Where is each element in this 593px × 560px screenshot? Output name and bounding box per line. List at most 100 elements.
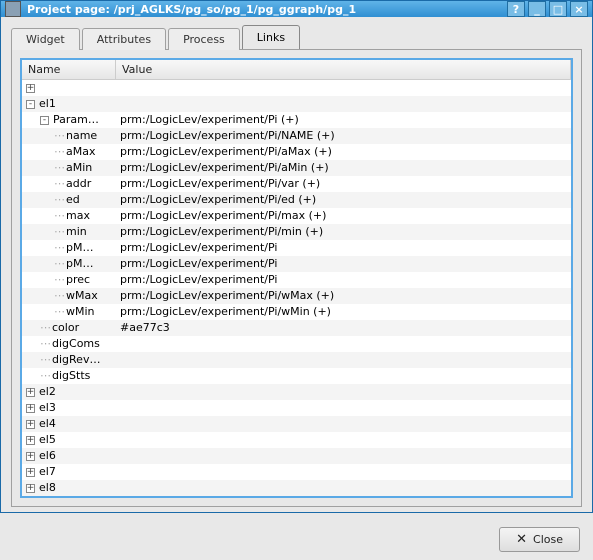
tree-item-value: prm:/LogicLev/experiment/Pi/min (+): [116, 224, 571, 240]
window-title: Project page: /prj_AGLKS/pg_so/pg_1/pg_g…: [27, 3, 504, 16]
tree-name-cell: ⋯ed: [22, 192, 116, 208]
tree-row[interactable]: +el3: [22, 400, 571, 416]
tab-attributes[interactable]: Attributes: [82, 28, 166, 50]
tree-item-value: prm:/LogicLev/experiment/Pi/aMax (+): [116, 144, 571, 160]
tree-name-cell: -Param…: [22, 112, 116, 128]
tab-bar: Widget Attributes Process Links: [11, 25, 582, 49]
tree-item-value: prm:/LogicLev/experiment/Pi/wMin (+): [116, 304, 571, 320]
titlebar[interactable]: Project page: /prj_AGLKS/pg_so/pg_1/pg_g…: [1, 1, 592, 17]
tree-name-cell: +el3: [22, 400, 116, 416]
tab-process[interactable]: Process: [168, 28, 240, 50]
tree-item-label: el6: [39, 448, 56, 464]
tree-row[interactable]: +: [22, 80, 571, 96]
tree-name-cell: ⋯color: [22, 320, 116, 336]
leaf-icon: ⋯: [40, 336, 50, 352]
dialog-footer: ✕ Close: [1, 517, 592, 560]
expand-icon[interactable]: +: [26, 468, 35, 477]
minimize-button[interactable]: _: [528, 1, 546, 17]
tree-row[interactable]: ⋯precprm:/LogicLev/experiment/Pi: [22, 272, 571, 288]
expand-icon[interactable]: +: [26, 404, 35, 413]
tree-row[interactable]: -el1: [22, 96, 571, 112]
help-button[interactable]: ?: [507, 1, 525, 17]
leaf-icon: ⋯: [54, 256, 64, 272]
close-window-button[interactable]: ×: [570, 1, 588, 17]
tree-item-label: addr: [66, 176, 91, 192]
leaf-icon: ⋯: [54, 288, 64, 304]
leaf-icon: ⋯: [40, 320, 50, 336]
tree-row[interactable]: ⋯digComs: [22, 336, 571, 352]
column-header-value[interactable]: Value: [116, 60, 571, 79]
tree-item-value: prm:/LogicLev/experiment/Pi/max (+): [116, 208, 571, 224]
tree-row[interactable]: + el7: [22, 464, 571, 480]
tree-name-cell: ⋯wMax: [22, 288, 116, 304]
tree-name-cell: ⋯digRev…: [22, 352, 116, 368]
tree-item-label: wMax: [66, 288, 98, 304]
tree-row[interactable]: ⋯pM…prm:/LogicLev/experiment/Pi: [22, 256, 571, 272]
tree-item-value: prm:/LogicLev/experiment/Pi: [116, 240, 571, 256]
tree-item-label: el7: [39, 464, 56, 480]
tree-row[interactable]: + el4: [22, 416, 571, 432]
close-icon: ✕: [516, 532, 527, 547]
maximize-button[interactable]: □: [549, 1, 567, 17]
tree-row[interactable]: ⋯digStts: [22, 368, 571, 384]
leaf-icon: ⋯: [40, 368, 50, 384]
tree-item-value: #ae77c3: [116, 320, 571, 336]
tree-row[interactable]: -Param…prm:/LogicLev/experiment/Pi (+): [22, 112, 571, 128]
expand-icon[interactable]: +: [26, 484, 35, 493]
leaf-icon: ⋯: [54, 176, 64, 192]
expand-icon[interactable]: +: [26, 452, 35, 461]
tree-name-cell: + el4: [22, 416, 116, 432]
tree-name-cell: ⋯pM…: [22, 256, 116, 272]
tree-row[interactable]: ⋯wMinprm:/LogicLev/experiment/Pi/wMin (+…: [22, 304, 571, 320]
links-tree: Name Value +-el1-Param…prm:/LogicLev/exp…: [20, 58, 573, 498]
tree-item-label: aMax: [66, 144, 95, 160]
tree-row[interactable]: + el6: [22, 448, 571, 464]
tree-row[interactable]: +el2: [22, 384, 571, 400]
tree-row[interactable]: ⋯pM…prm:/LogicLev/experiment/Pi: [22, 240, 571, 256]
tree-item-label: prec: [66, 272, 90, 288]
leaf-icon: ⋯: [54, 160, 64, 176]
tab-widget[interactable]: Widget: [11, 28, 80, 50]
expand-icon[interactable]: +: [26, 388, 35, 397]
tree-item-label: wMin: [66, 304, 95, 320]
tree-name-cell: ⋯prec: [22, 272, 116, 288]
collapse-icon[interactable]: -: [26, 100, 35, 109]
leaf-icon: ⋯: [54, 208, 64, 224]
tree-item-label: max: [66, 208, 90, 224]
tree-item-label: pM…: [66, 256, 93, 272]
tree-name-cell: ⋯addr: [22, 176, 116, 192]
tree-row[interactable]: ⋯addrprm:/LogicLev/experiment/Pi/var (+): [22, 176, 571, 192]
leaf-icon: ⋯: [54, 272, 64, 288]
tree-row[interactable]: ⋯nameprm:/LogicLev/experiment/Pi/NAME (+…: [22, 128, 571, 144]
column-header-name[interactable]: Name: [22, 60, 116, 79]
tree-item-label: digComs: [52, 336, 100, 352]
tree-row[interactable]: ⋯aMinprm:/LogicLev/experiment/Pi/aMin (+…: [22, 160, 571, 176]
tree-row[interactable]: +el5: [22, 432, 571, 448]
tree-name-cell: ⋯max: [22, 208, 116, 224]
tree-body[interactable]: + -el1-Param…prm:/LogicLev/experiment/Pi …: [22, 80, 571, 496]
expand-icon[interactable]: +: [26, 436, 35, 445]
close-button[interactable]: ✕ Close: [499, 527, 580, 552]
tree-item-value: prm:/LogicLev/experiment/Pi/var (+): [116, 176, 571, 192]
tree-name-cell: ⋯digComs: [22, 336, 116, 352]
tree-row[interactable]: ⋯maxprm:/LogicLev/experiment/Pi/max (+): [22, 208, 571, 224]
tree-row[interactable]: ⋯color#ae77c3: [22, 320, 571, 336]
expand-icon[interactable]: +: [26, 84, 35, 93]
tree-row[interactable]: ⋯edprm:/LogicLev/experiment/Pi/ed (+): [22, 192, 571, 208]
tree-row[interactable]: ⋯minprm:/LogicLev/experiment/Pi/min (+): [22, 224, 571, 240]
tree-row[interactable]: + el8: [22, 480, 571, 496]
tree-item-label: color: [52, 320, 79, 336]
content-area: Widget Attributes Process Links Name Val…: [1, 17, 592, 517]
expand-icon[interactable]: +: [26, 420, 35, 429]
tree-name-cell: +el2: [22, 384, 116, 400]
tree-item-label: el8: [39, 480, 56, 496]
tree-name-cell: ⋯wMin: [22, 304, 116, 320]
tree-row[interactable]: ⋯aMaxprm:/LogicLev/experiment/Pi/aMax (+…: [22, 144, 571, 160]
tree-row[interactable]: ⋯digRev…: [22, 352, 571, 368]
tree-item-value: prm:/LogicLev/experiment/Pi/NAME (+): [116, 128, 571, 144]
tree-row[interactable]: ⋯wMaxprm:/LogicLev/experiment/Pi/wMax (+…: [22, 288, 571, 304]
tree-item-label: el4: [39, 416, 56, 432]
tree-item-label: name: [66, 128, 97, 144]
tab-links[interactable]: Links: [242, 25, 300, 49]
collapse-icon[interactable]: -: [40, 116, 49, 125]
